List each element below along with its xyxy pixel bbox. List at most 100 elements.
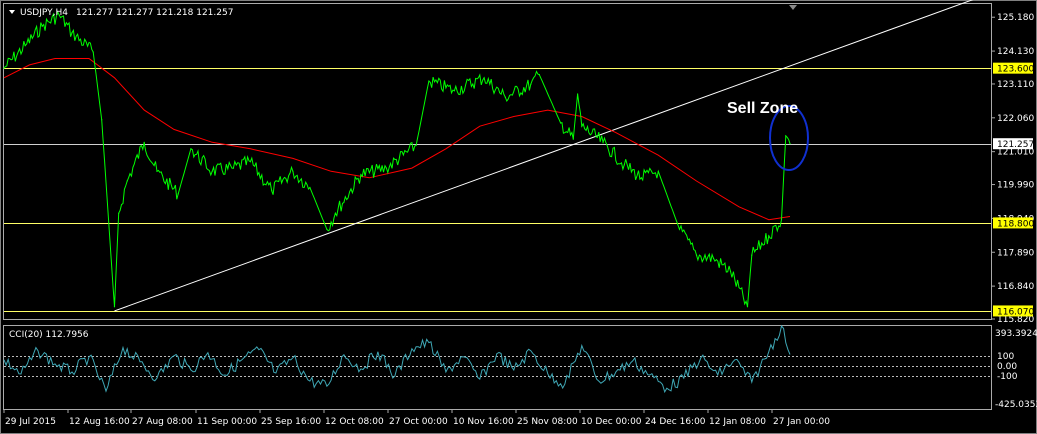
price-axis: 125.180124.130123.110122.060121.010119.9… — [991, 13, 1034, 325]
x-tick-label-6: 27 Oct 00:00 — [389, 417, 448, 427]
window-border — [0, 0, 1037, 434]
cci-line — [3, 324, 791, 394]
price-point-26 — [453, 90, 455, 92]
price-point-8 — [118, 212, 120, 214]
y-tick-label-7: 117.890 — [997, 248, 1034, 258]
price-line — [3, 10, 791, 307]
x-tick-label-5: 12 Oct 08:00 — [325, 417, 384, 427]
symbol-label: USDJPY,H4 — [20, 8, 68, 18]
cci-layer — [3, 324, 991, 394]
price-point-10 — [143, 141, 145, 143]
price-point-0 — [3, 67, 5, 69]
y-tick-label-1: 124.130 — [997, 47, 1034, 57]
cci-label: CCI(20) 112.7956 — [9, 330, 89, 340]
x-tick-label-3: 11 Sep 00:00 — [197, 417, 257, 427]
price-point-23 — [385, 167, 387, 169]
y-tick-label-8: 116.840 — [997, 282, 1034, 292]
price-point-1 — [24, 44, 26, 47]
price-point-15 — [232, 167, 235, 169]
price-point-14 — [211, 170, 213, 172]
trendline — [114, 0, 974, 312]
x-tick-label-9: 10 Dec 00:00 — [581, 417, 642, 427]
price-point-46 — [780, 219, 783, 221]
price-point-33 — [576, 93, 579, 95]
price-point-34 — [581, 125, 583, 127]
cci-axis: 393.3924 -425.0352 1000.00-100 — [995, 329, 1037, 410]
price-point-4 — [71, 32, 73, 34]
price-tag-118.800: 118.800 — [997, 219, 1034, 229]
y-tick-label-5: 119.990 — [997, 181, 1034, 191]
dropdown-triangle-icon[interactable] — [9, 10, 15, 14]
cci-min-label: -425.0352 — [995, 400, 1037, 410]
horizontal-levels — [4, 68, 991, 312]
price-point-31 — [559, 122, 562, 124]
price-point-47 — [785, 135, 787, 137]
x-tick-label-8: 25 Nov 08:00 — [517, 417, 578, 427]
price-point-13 — [190, 148, 192, 150]
price-tag-123.600: 123.600 — [997, 65, 1034, 75]
moving-average-layer — [3, 58, 791, 221]
price-point-17 — [271, 190, 273, 192]
price-point-44 — [751, 254, 753, 256]
price-point-45 — [768, 235, 770, 237]
price-point-32 — [572, 138, 574, 140]
indicator-pane-frame — [3, 325, 992, 410]
chart-canvas[interactable]: 125.180124.130123.110122.060121.010119.9… — [0, 0, 1037, 434]
price-point-21 — [334, 212, 336, 214]
price-tag-121.257: 121.257 — [997, 140, 1034, 150]
price-point-2 — [41, 25, 43, 27]
price-point-40 — [695, 254, 698, 256]
x-tick-label-12: 27 Jan 00:00 — [773, 417, 830, 427]
x-tick-label-11: 12 Jan 08:00 — [709, 417, 766, 427]
x-tick-label-0: 29 Jul 2015 — [5, 417, 56, 427]
price-point-35 — [602, 141, 604, 143]
price-point-20 — [326, 228, 328, 230]
y-tick-label-3: 122.060 — [997, 114, 1034, 124]
cci-level-label-1: 0.00 — [997, 362, 1017, 372]
moving-average-line — [3, 58, 791, 221]
price-point-29 — [530, 83, 532, 85]
price-point-39 — [678, 228, 681, 230]
trendline-layer — [114, 0, 974, 312]
chart-window: 125.180 124.130 123.110 122.060 121.010 119.9… — [0, 0, 1037, 434]
cci-max-label: 393.3924 — [995, 329, 1037, 339]
x-tick-label-2: 27 Aug 08:00 — [132, 417, 193, 427]
price-point-5 — [92, 51, 94, 53]
price-point-11 — [156, 170, 158, 172]
price-point-42 — [729, 270, 732, 272]
cci-level-label-2: -100 — [997, 372, 1018, 382]
price-point-36 — [623, 164, 625, 166]
x-tick-label-1: 12 Aug 16:00 — [69, 417, 130, 427]
price-series-layer — [3, 10, 791, 308]
y-tick-label-0: 125.180 — [997, 13, 1034, 23]
price-point-38 — [657, 170, 659, 172]
time-axis: 29 Jul 2015 12 Aug 16:00 27 Aug 08:00 11 Se… — [3, 410, 830, 427]
price-pane-frame — [3, 3, 992, 320]
price-tag-116.070: 116.070 — [997, 307, 1034, 317]
price-point-43 — [746, 306, 749, 308]
x-tick-label-4: 25 Sep 16:00 — [261, 417, 321, 427]
chart-shift-marker-icon[interactable] — [789, 5, 797, 10]
sell-zone-label: Sell Zone — [727, 100, 798, 117]
price-point-37 — [640, 177, 642, 179]
price-point-25 — [428, 80, 430, 82]
price-point-18 — [292, 170, 294, 172]
price-point-7 — [113, 306, 116, 308]
x-tick-label-7: 10 Nov 16:00 — [453, 417, 514, 427]
price-point-30 — [538, 74, 540, 76]
price-point-12 — [177, 193, 179, 195]
price-point-28 — [504, 96, 506, 98]
price-point-9 — [126, 180, 128, 182]
price-point-22 — [360, 173, 362, 176]
price-point-48 — [789, 143, 791, 145]
y-tick-label-2: 123.110 — [997, 80, 1034, 90]
x-tick-label-10: 24 Dec 16:00 — [645, 417, 706, 427]
cci-level-label-0: 100 — [997, 352, 1014, 362]
price-point-27 — [483, 77, 485, 79]
ohlc-quotes: 121.277 121.277 121.218 121.257 — [76, 8, 233, 18]
price-point-19 — [309, 186, 311, 189]
price-point-24 — [415, 144, 417, 147]
price-point-41 — [712, 257, 715, 259]
price-point-16 — [249, 161, 252, 163]
price-point-6 — [101, 119, 103, 121]
